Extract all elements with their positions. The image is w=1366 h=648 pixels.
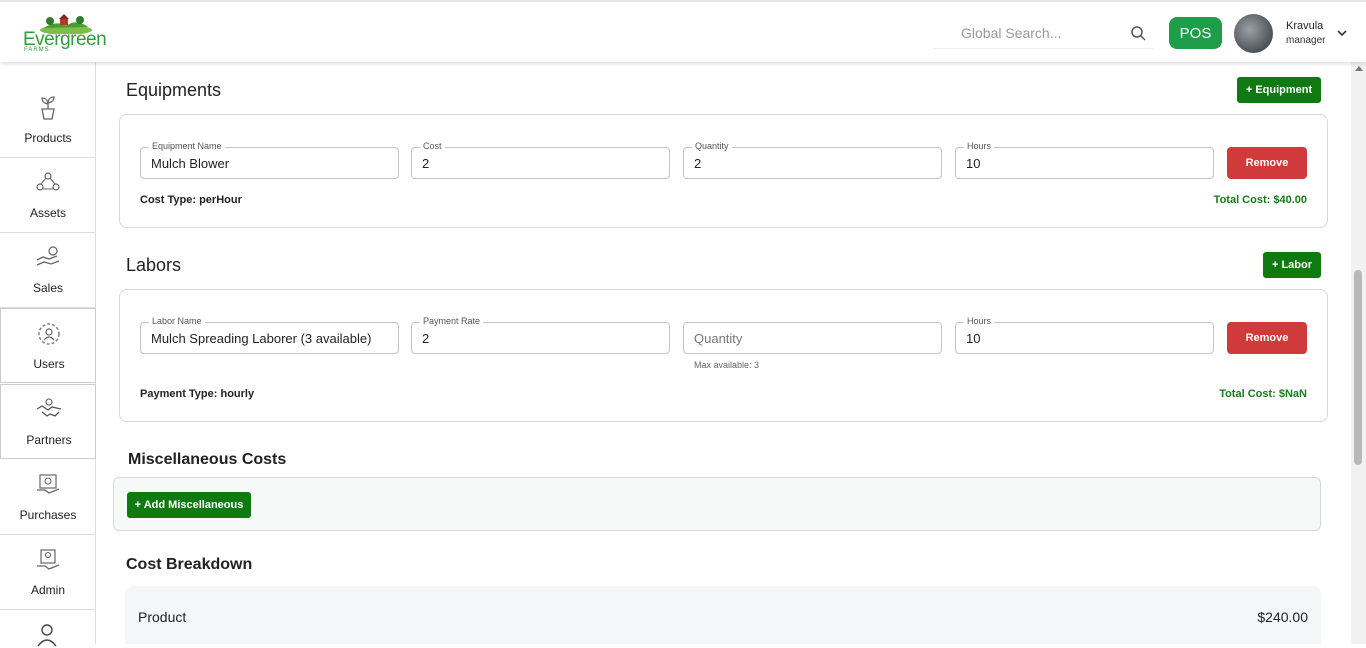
payment-type-text: Payment Type: hourly xyxy=(140,388,255,400)
equipment-hours-field[interactable]: Hours 10 xyxy=(955,141,1214,179)
sidebar-item-admin[interactable]: Admin xyxy=(0,535,96,610)
pos-button[interactable]: POS xyxy=(1169,17,1222,49)
labor-quantity-field[interactable]: Quantity xyxy=(683,322,942,354)
avatar[interactable] xyxy=(1234,14,1273,53)
scroll-up-arrow-icon[interactable] xyxy=(1355,66,1363,71)
settings-user-icon[interactable] xyxy=(35,622,61,648)
handshake-icon xyxy=(36,398,62,417)
sidebar-item-label: Admin xyxy=(30,583,65,597)
equipment-name-field[interactable]: Equipment Name Mulch Blower xyxy=(140,141,399,179)
scroll-thumb[interactable] xyxy=(1354,270,1362,465)
quantity-hint: Max available: 3 xyxy=(694,360,760,370)
global-search xyxy=(933,17,1153,49)
equipment-cost-field[interactable]: Cost 2 xyxy=(411,141,670,179)
top-bar: Evergreen FARMS POS Kravula manager xyxy=(0,0,1366,62)
field-value: 2 xyxy=(694,156,702,171)
sidebar-item-users[interactable]: Users xyxy=(0,308,96,383)
chevron-down-icon[interactable] xyxy=(1336,27,1348,39)
logo-subtext: FARMS xyxy=(24,47,50,53)
sidebar-item-partners[interactable]: Partners xyxy=(0,384,96,459)
sidebar: Products Assets Sales Users Partners Pur… xyxy=(0,62,96,647)
user-name: Kravula xyxy=(1286,20,1324,32)
add-equipment-button[interactable]: + Equipment xyxy=(1237,77,1321,103)
equipment-quantity-field[interactable]: Quantity 2 xyxy=(683,141,942,179)
sidebar-item-assets[interactable]: Assets xyxy=(0,158,96,233)
cost-type-text: Cost Type: perHour xyxy=(140,194,242,206)
users-gear-icon xyxy=(38,323,60,345)
field-value: Mulch Blower xyxy=(151,156,230,171)
user-role: manager xyxy=(1286,35,1326,46)
misc-costs-title: Miscellaneous Costs xyxy=(128,451,287,468)
admin-icon xyxy=(37,549,60,570)
sidebar-item-label: Products xyxy=(24,131,72,145)
remove-equipment-button[interactable]: Remove xyxy=(1227,147,1307,179)
field-label: Hours xyxy=(964,141,995,151)
purchases-icon xyxy=(37,474,60,494)
sidebar-item-label: Purchases xyxy=(19,508,77,522)
field-value: Mulch Spreading Laborer (3 available) xyxy=(151,331,372,346)
labor-name-field[interactable]: Labor Name Mulch Spreading Laborer (3 av… xyxy=(140,316,399,354)
labor-total-cost: Total Cost: $NaN xyxy=(1219,388,1307,400)
breakdown-row-value: $240.00 xyxy=(1257,609,1308,625)
labor-hours-field[interactable]: Hours 10 xyxy=(955,316,1214,354)
field-value: 10 xyxy=(966,331,981,346)
sidebar-item-label: Users xyxy=(33,357,65,371)
payment-rate-field[interactable]: Payment Rate 2 xyxy=(411,316,670,354)
assets-icon xyxy=(36,172,60,191)
sidebar-item-purchases[interactable]: Purchases xyxy=(0,460,96,535)
field-value: 10 xyxy=(966,156,981,171)
evergreen-logo[interactable]: Evergreen FARMS xyxy=(20,10,107,56)
field-label: Quantity xyxy=(692,141,732,151)
field-value: 2 xyxy=(422,331,430,346)
main-content: Equipments + Equipment Equipment Name Mu… xyxy=(96,62,1351,644)
sidebar-item-sales[interactable]: Sales xyxy=(0,233,96,308)
equipment-total-cost: Total Cost: $40.00 xyxy=(1213,194,1307,206)
add-miscellaneous-button[interactable]: + Add Miscellaneous xyxy=(127,492,251,518)
field-label: Equipment Name xyxy=(149,141,225,151)
equipment-card: Equipment Name Mulch Blower Cost 2 Quant… xyxy=(119,114,1328,228)
field-placeholder: Quantity xyxy=(694,331,743,346)
add-labor-button[interactable]: + Labor xyxy=(1263,252,1321,278)
plant-pot-icon xyxy=(41,96,55,120)
page-scrollbar[interactable] xyxy=(1351,62,1366,644)
breakdown-row-label: Product xyxy=(138,609,187,625)
labor-card: Labor Name Mulch Spreading Laborer (3 av… xyxy=(119,289,1328,422)
sidebar-item-products[interactable]: Products xyxy=(0,83,96,158)
sidebar-item-label: Partners xyxy=(26,433,72,447)
field-label: Cost xyxy=(420,141,445,151)
field-value: 2 xyxy=(422,156,430,171)
global-search-input[interactable] xyxy=(933,17,1123,49)
sidebar-item-label: Sales xyxy=(32,281,64,295)
remove-labor-button[interactable]: Remove xyxy=(1227,322,1307,354)
sales-icon xyxy=(36,246,60,266)
field-label: Labor Name xyxy=(149,316,205,326)
field-label: Payment Rate xyxy=(420,316,484,326)
equipments-title: Equipments xyxy=(126,80,222,100)
cost-breakdown-panel: Product $240.00 xyxy=(125,586,1321,644)
field-label: Hours xyxy=(964,316,995,326)
cost-breakdown-title: Cost Breakdown xyxy=(126,556,253,573)
labors-title: Labors xyxy=(126,255,182,275)
sidebar-item-label: Assets xyxy=(29,206,66,220)
search-icon[interactable] xyxy=(1130,25,1146,41)
misc-costs-panel: + Add Miscellaneous xyxy=(113,477,1321,531)
